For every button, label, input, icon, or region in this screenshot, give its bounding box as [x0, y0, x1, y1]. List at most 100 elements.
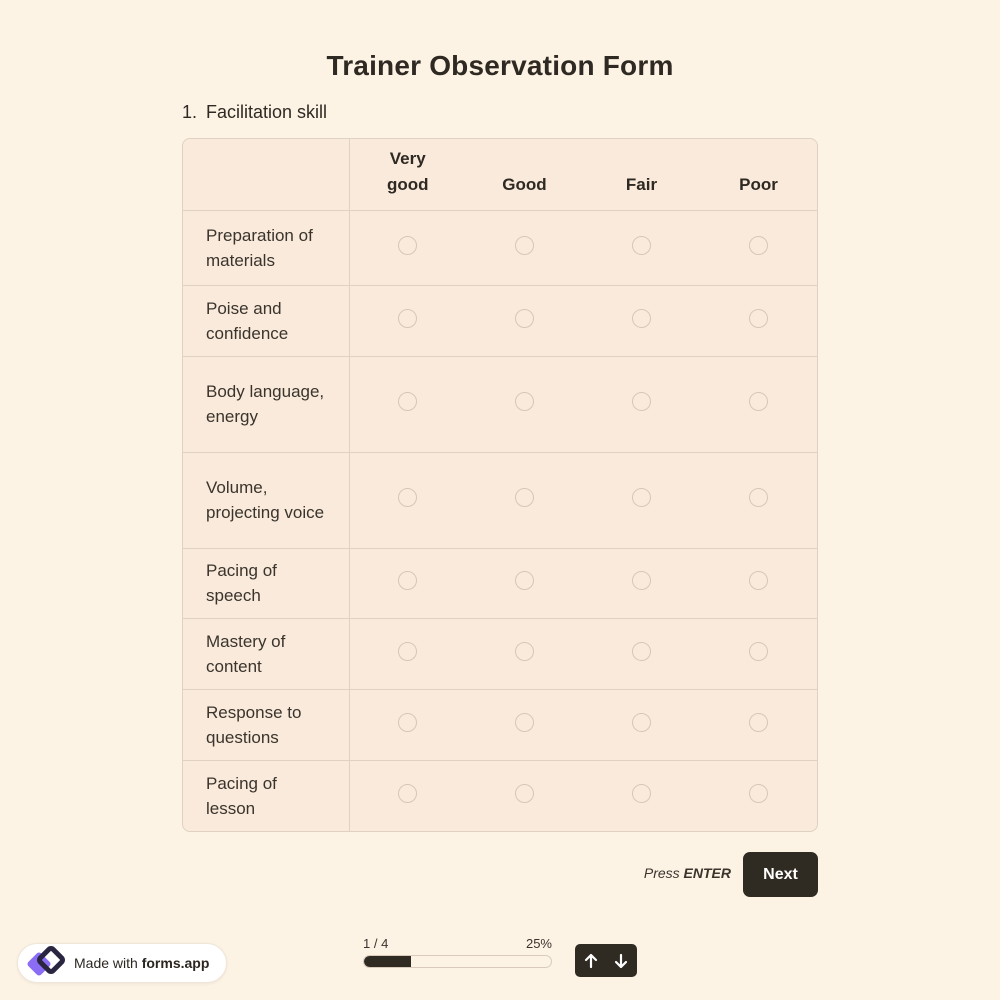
form-page: Trainer Observation Form 1. Facilitation…	[0, 0, 1000, 1000]
rating-radio[interactable]	[515, 392, 534, 411]
matrix-row: Mastery of content	[183, 618, 817, 690]
rating-radio[interactable]	[515, 571, 534, 590]
matrix-cell	[700, 210, 817, 286]
press-key: ENTER	[683, 865, 731, 881]
matrix-cell	[583, 210, 700, 286]
matrix-cell	[349, 548, 466, 619]
progress-track	[363, 955, 552, 968]
rating-radio[interactable]	[398, 488, 418, 507]
question-number: 1.	[182, 102, 198, 122]
question-heading: 1. Facilitation skill	[182, 102, 327, 123]
next-button[interactable]: Next	[743, 852, 818, 897]
matrix-cell	[466, 210, 583, 286]
column-header-label: Very good	[386, 148, 429, 194]
rating-radio[interactable]	[398, 308, 418, 328]
forms-app-logo-icon	[26, 945, 66, 981]
badge-prefix: Made with	[74, 955, 138, 971]
matrix-cell	[349, 760, 466, 831]
rating-radio[interactable]	[632, 641, 651, 661]
matrix-row: Pacing of speech	[183, 548, 817, 619]
rating-radio[interactable]	[749, 641, 768, 661]
matrix-row: Volume, projecting voice	[183, 452, 817, 549]
row-label: Poise and confidence	[183, 285, 350, 357]
form-title: Trainer Observation Form	[326, 50, 674, 81]
rating-radio[interactable]	[749, 783, 768, 803]
rating-radio[interactable]	[398, 712, 418, 732]
matrix-cell	[583, 689, 700, 761]
rating-radio[interactable]	[749, 488, 768, 507]
rating-radio[interactable]	[398, 392, 418, 411]
matrix-cell	[466, 356, 583, 453]
column-header-poor: Poor	[700, 139, 817, 211]
row-label: Mastery of content	[183, 618, 350, 690]
rating-radio[interactable]	[632, 712, 651, 732]
matrix-cell	[583, 760, 700, 831]
progress-fill	[364, 956, 411, 967]
rating-radio[interactable]	[398, 571, 418, 590]
column-header-very-good: Very good	[349, 139, 466, 211]
column-header-fair: Fair	[583, 139, 700, 211]
matrix-cell	[583, 285, 700, 357]
column-header-good: Good	[466, 139, 583, 211]
row-label: Response to questions	[183, 689, 350, 761]
rating-radio[interactable]	[632, 783, 651, 803]
rating-radio[interactable]	[749, 712, 768, 732]
matrix-cell	[583, 356, 700, 453]
row-label: Body language, energy	[183, 356, 350, 453]
matrix-cell	[700, 618, 817, 690]
matrix-cell	[466, 285, 583, 357]
matrix-cell	[583, 618, 700, 690]
matrix-cell	[700, 760, 817, 831]
progress-percent: 25%	[525, 936, 552, 951]
matrix-row: Body language, energy	[183, 356, 817, 453]
page-indicator: 1 / 4	[363, 936, 389, 951]
matrix-cell	[349, 210, 466, 286]
matrix-row: Response to questions	[183, 689, 817, 761]
rating-radio[interactable]	[632, 571, 651, 590]
matrix-row: Poise and confidence	[183, 285, 817, 357]
rating-radio[interactable]	[632, 488, 651, 507]
matrix-cell	[700, 689, 817, 761]
rating-radio[interactable]	[398, 641, 418, 661]
arrow-down-icon[interactable]	[610, 950, 632, 972]
made-with-badge[interactable]: Made with forms.app	[17, 943, 227, 983]
rating-radio[interactable]	[515, 712, 534, 732]
rating-radio[interactable]	[749, 308, 768, 328]
matrix-cell	[583, 548, 700, 619]
matrix-cell	[349, 356, 466, 453]
matrix-cell	[466, 548, 583, 619]
rating-radio[interactable]	[398, 235, 418, 255]
rating-radio[interactable]	[515, 308, 534, 328]
rating-radio[interactable]	[515, 488, 534, 507]
rating-radio[interactable]	[632, 235, 651, 255]
rating-radio[interactable]	[749, 235, 768, 255]
rating-radio[interactable]	[515, 235, 534, 255]
matrix-cell	[466, 618, 583, 690]
rating-radio[interactable]	[515, 641, 534, 661]
row-label: Pacing of speech	[183, 548, 350, 619]
rating-matrix: Very good Good Fair Poor Preparation of …	[182, 138, 818, 832]
rating-radio[interactable]	[515, 783, 534, 803]
rating-radio[interactable]	[749, 392, 768, 411]
matrix-cell	[349, 285, 466, 357]
matrix-cell	[349, 452, 466, 549]
arrow-up-icon[interactable]	[580, 950, 602, 972]
press-prefix: Press	[643, 865, 680, 881]
progress-indicator: 1 / 4 25%	[363, 936, 552, 968]
rating-radio[interactable]	[632, 308, 651, 328]
page-nav	[575, 944, 637, 977]
matrix-cell	[700, 285, 817, 357]
matrix-row: Pacing of lesson	[183, 760, 817, 831]
matrix-cell	[466, 760, 583, 831]
matrix-cell	[466, 689, 583, 761]
matrix-cell	[583, 452, 700, 549]
row-label: Pacing of lesson	[183, 760, 350, 831]
matrix-cell	[700, 452, 817, 549]
matrix-cell	[349, 618, 466, 690]
rating-radio[interactable]	[632, 392, 651, 411]
matrix-row: Preparation of materials	[183, 210, 817, 286]
rating-radio[interactable]	[398, 783, 418, 803]
matrix-cell	[700, 548, 817, 619]
rating-radio[interactable]	[749, 571, 768, 590]
matrix-header-row: Very good Good Fair Poor	[183, 139, 817, 211]
